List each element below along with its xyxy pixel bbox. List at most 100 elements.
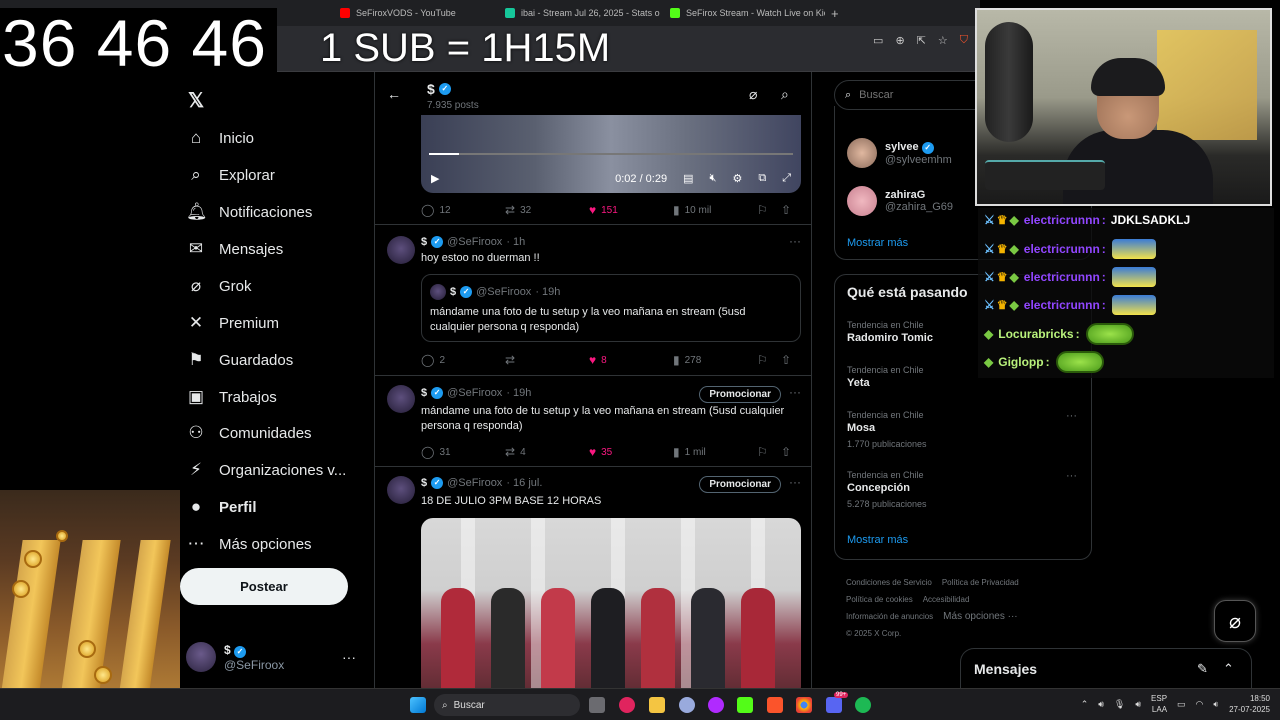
messages-drawer[interactable]: Mensajes ✎ ⌃ [960, 648, 1252, 688]
expand-up-icon[interactable]: ⌃ [1223, 661, 1234, 677]
app-red-icon[interactable] [619, 697, 635, 713]
bookmark-button[interactable]: ⚐ [757, 445, 781, 459]
more-icon[interactable]: ··· [1066, 410, 1077, 422]
show-more-trends-link[interactable]: Mostrar más [847, 534, 908, 546]
like-button[interactable]: ♥ 8 [589, 353, 673, 367]
widgets-icon[interactable] [589, 697, 605, 713]
wifi-icon[interactable]: ◠ [1196, 699, 1204, 710]
nav-item-inicio[interactable]: ⌂ Inicio [186, 125, 254, 151]
trend-item[interactable]: Tendencia en Chile Concepción 5.278 publ… [847, 470, 1077, 509]
tweet[interactable]: $ ✓ @SeFiroox · 1h ··· hoy estoo no duerman… [375, 224, 811, 375]
retweet-button[interactable]: ⇄ [505, 353, 589, 367]
chat-username[interactable]: Giglopp [998, 355, 1043, 369]
cookies-link[interactable]: Política de cookies [846, 595, 913, 604]
brave-icon[interactable] [767, 697, 783, 713]
more-icon[interactable]: ··· [789, 234, 801, 248]
more-icon[interactable]: ··· [342, 649, 356, 665]
new-tab-button[interactable]: + [825, 6, 839, 21]
speaker-icon[interactable]: 🔊︎ [1098, 699, 1104, 710]
views-button[interactable]: ▮ 278 [673, 353, 757, 367]
speaker-icon[interactable]: 🔊︎ [1135, 699, 1141, 710]
nav-item-perfil[interactable]: ● Perfil [186, 494, 257, 520]
grok-fab-button[interactable]: ⌀ [1214, 600, 1256, 642]
follow-suggestion[interactable]: zahiraG @zahira_G69 [847, 186, 953, 216]
nav-item-organizaciones[interactable]: ⚡︎ Organizaciones v... [186, 457, 346, 483]
cast-icon[interactable]: ▭ [873, 34, 883, 47]
account-switcher[interactable]: $ ✓ @SeFiroox ··· [186, 640, 366, 674]
taskbar-search[interactable]: ⌕ Buscar [434, 694, 580, 716]
app-swirl-icon[interactable] [679, 697, 695, 713]
captions-icon[interactable]: ▤ [683, 172, 693, 185]
grok-icon[interactable]: ⌀ [749, 86, 757, 103]
like-button[interactable]: ♥ 35 [589, 445, 673, 459]
more-icon[interactable]: ··· [789, 475, 801, 489]
more-icon[interactable]: ··· [789, 385, 801, 399]
windows-start-icon[interactable] [410, 697, 426, 713]
nav-item-grok[interactable]: ⌀ Grok [186, 273, 252, 299]
chrome-icon[interactable] [796, 697, 812, 713]
mic-icon[interactable]: 🎙︎ [1114, 699, 1125, 710]
chat-username[interactable]: Locurabricks [998, 327, 1073, 341]
tweet-image[interactable] [421, 518, 801, 688]
play-icon[interactable]: ▶ [431, 172, 439, 185]
nav-item-mensajes[interactable]: ✉ Mensajes [186, 236, 283, 262]
chat-username[interactable]: electricrunnn [1024, 270, 1100, 284]
x-logo-icon[interactable]: 𝕏 [188, 88, 204, 113]
quoted-tweet[interactable]: $ ✓ @SeFiroox · 19h mándame una foto de tu … [421, 274, 801, 342]
reply-button[interactable]: ◯ 12 [421, 203, 505, 217]
profile-timeline[interactable]: ← $ ✓ 7.935 posts ⌀ ⌕ ▶ 0:02 / 0:29 ▤ 🔇︎ … [374, 72, 812, 688]
share-icon[interactable]: ⇱ [917, 34, 926, 47]
pip-icon[interactable]: ⧉ [758, 172, 766, 185]
discord-icon[interactable] [826, 697, 842, 713]
nav-item-notificaciones[interactable]: 🔔︎ Notificaciones [186, 199, 312, 225]
video-player[interactable]: ▶ 0:02 / 0:29 ▤ 🔇︎ ⚙ ⧉ ⤢ [421, 115, 801, 193]
mute-icon[interactable]: 🔇︎ [710, 172, 717, 185]
browser-tab-kick[interactable]: SeFirox Stream - Watch Live on Kick [660, 0, 825, 26]
zoom-icon[interactable]: ⊕ [895, 34, 904, 47]
bookmark-star-icon[interactable]: ☆ [938, 34, 948, 47]
tweet[interactable]: $ ✓ @SeFiroox · 19h Promocionar ··· mándame… [375, 375, 811, 467]
like-button[interactable]: ♥ 151 [589, 203, 673, 217]
nav-item-guardados[interactable]: ⚑ Guardados [186, 347, 293, 373]
promote-button[interactable]: Promocionar [699, 386, 781, 403]
back-arrow-icon[interactable]: ← [387, 86, 401, 102]
bookmark-button[interactable]: ⚐ [757, 203, 781, 217]
file-explorer-icon[interactable] [649, 697, 665, 713]
nav-item-explorar[interactable]: ⌕ Explorar [186, 162, 275, 188]
nav-item-premium[interactable]: ✕ Premium [186, 310, 279, 336]
reply-button[interactable]: ◯ 31 [421, 445, 505, 459]
more-icon[interactable]: ··· [1066, 470, 1077, 482]
nav-item-comunidades[interactable]: ⚇ Comunidades [186, 420, 311, 446]
show-more-follow-link[interactable]: Mostrar más [847, 237, 908, 249]
volume-icon[interactable]: 🔉︎ [1213, 699, 1219, 710]
input-language[interactable]: ESP LAA [1151, 693, 1167, 715]
chat-username[interactable]: electricrunnn [1024, 298, 1100, 312]
bookmark-button[interactable]: ⚐ [757, 353, 781, 367]
browser-tab-stats[interactable]: ibai - Stream Jul 26, 2025 - Stats on [495, 0, 660, 26]
follow-suggestion[interactable]: sylvee ✓ @sylveemhm [847, 138, 952, 168]
clock[interactable]: 18:50 27-07-2025 [1229, 693, 1270, 715]
brave-shield-icon[interactable]: ⛉ [960, 34, 968, 47]
nav-item-trabajos[interactable]: ▣ Trabajos [186, 384, 277, 410]
fullscreen-icon[interactable]: ⤢ [782, 172, 791, 185]
more-options-link[interactable]: Más opciones ··· [943, 611, 1017, 622]
trend-item[interactable]: Tendencia en Chile Mosa 1.770 publicacio… [847, 410, 1077, 449]
privacy-link[interactable]: Política de Privacidad [942, 578, 1019, 587]
terms-link[interactable]: Condiciones de Servicio [846, 578, 932, 587]
share-button[interactable]: ⇧ [781, 353, 805, 367]
ads-info-link[interactable]: Información de anuncios [846, 612, 933, 621]
tweet[interactable]: $ ✓ @SeFiroox · 16 jul. Promocionar ··· 18 … [375, 466, 811, 688]
chat-username[interactable]: electricrunnn [1024, 213, 1100, 227]
compose-message-icon[interactable]: ✎ [1197, 661, 1208, 677]
chevron-up-icon[interactable]: ⌃ [1081, 699, 1089, 710]
promote-button[interactable]: Promocionar [699, 476, 781, 493]
search-icon[interactable]: ⌕ [781, 86, 789, 103]
video-progress[interactable] [429, 153, 793, 155]
nav-item-mas[interactable]: ⋯ Más opciones [186, 531, 312, 557]
settings-gear-icon[interactable]: ⚙ [732, 172, 742, 185]
retweet-button[interactable]: ⇄ 4 [505, 445, 589, 459]
share-button[interactable]: ⇧ [781, 445, 805, 459]
display-icon[interactable]: ▭ [1177, 699, 1186, 710]
app-purple-icon[interactable] [708, 697, 724, 713]
share-button[interactable]: ⇧ [781, 203, 805, 217]
